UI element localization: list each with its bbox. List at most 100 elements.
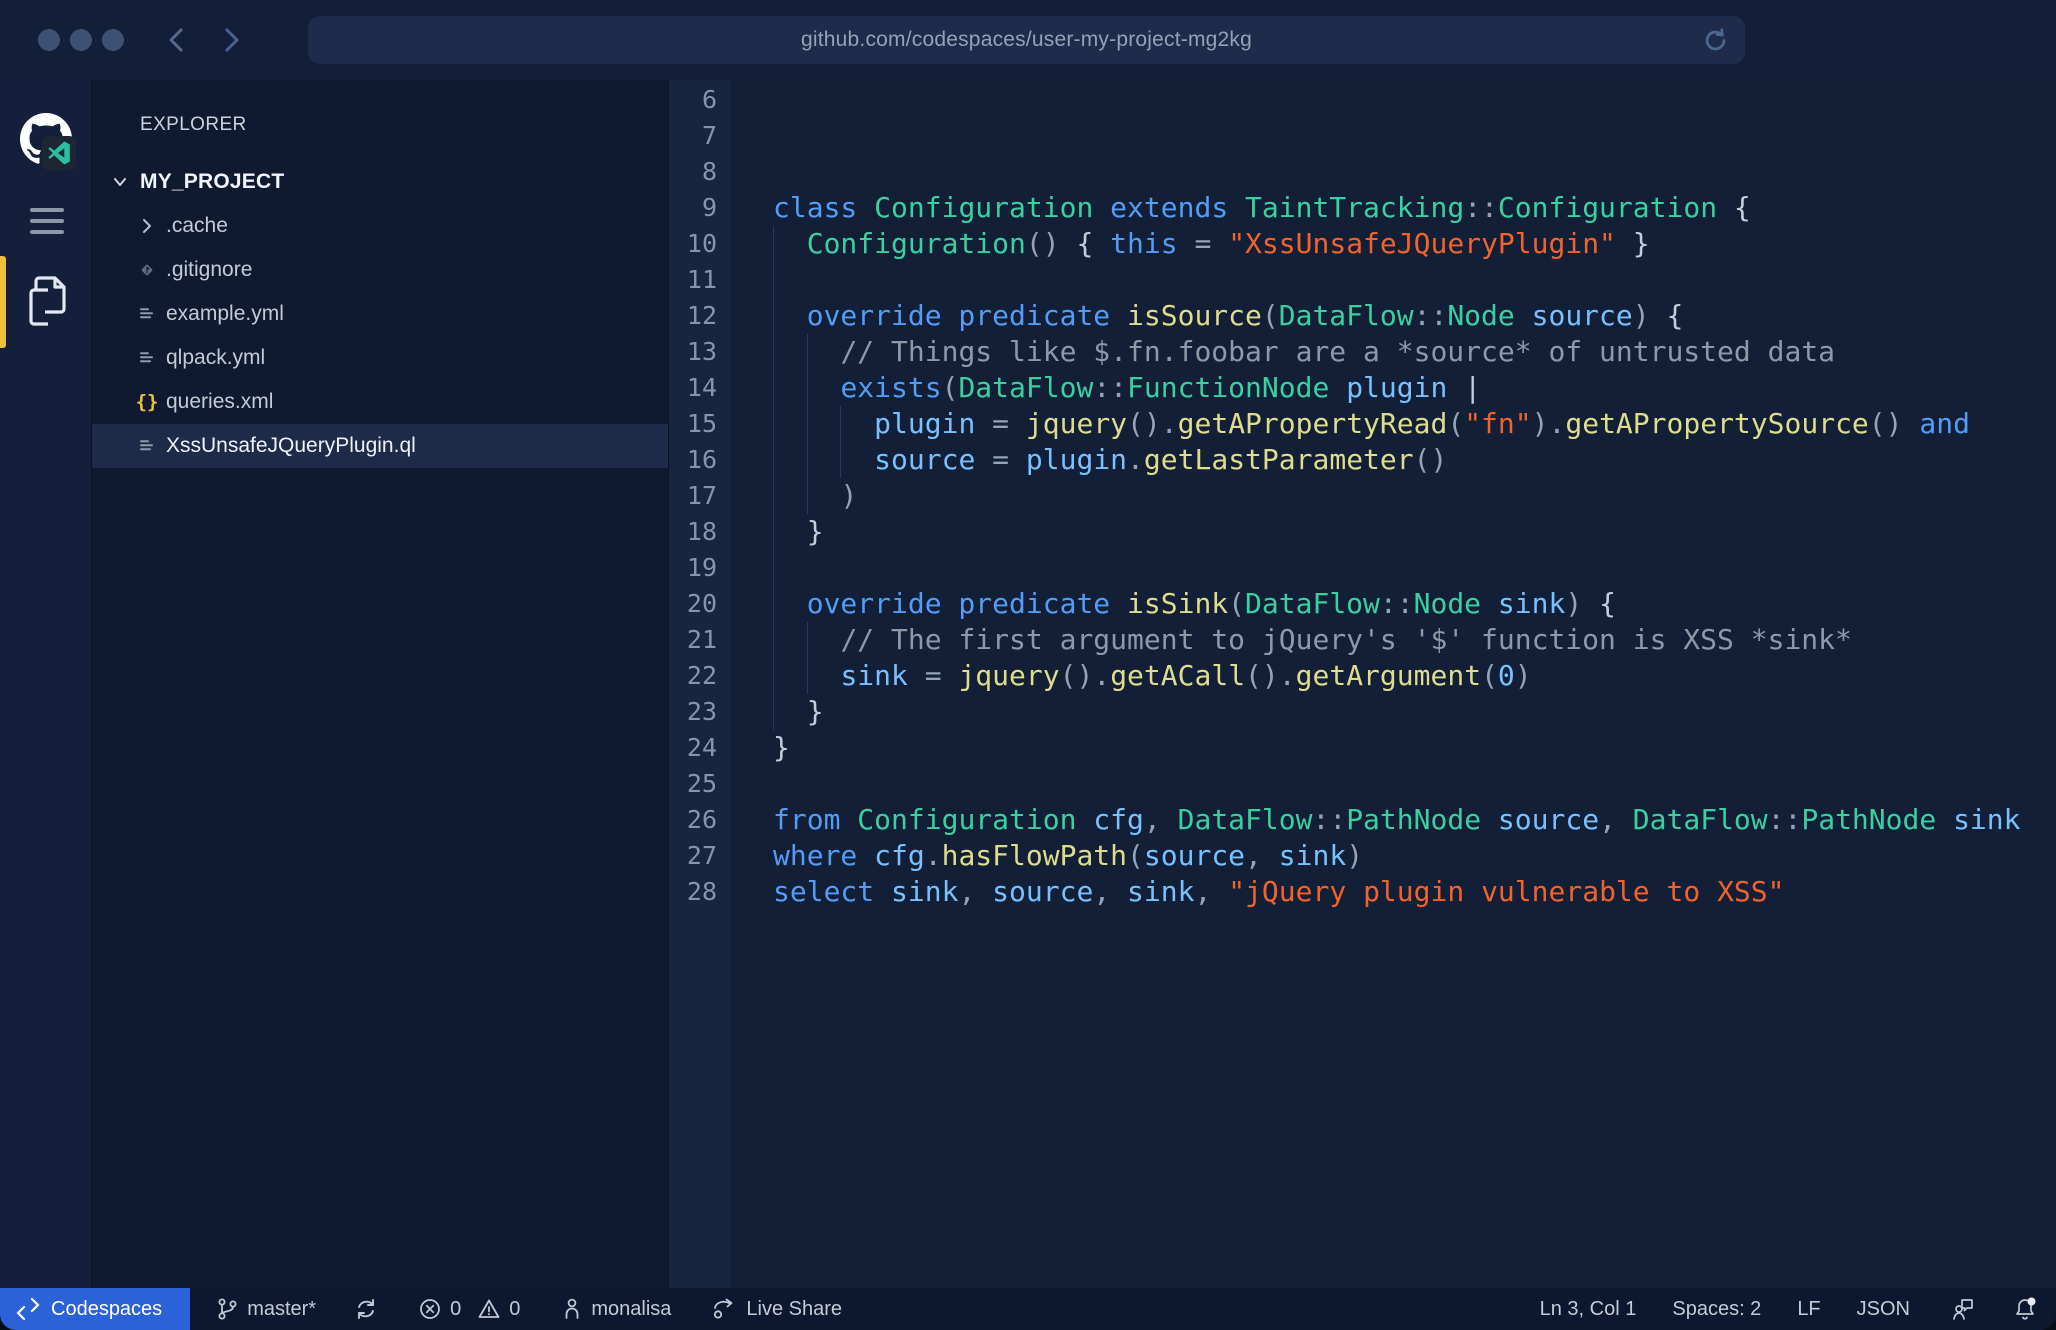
- code-line-20[interactable]: 20 override predicate isSink(DataFlow::N…: [669, 586, 2056, 622]
- language-status-item[interactable]: JSON: [1857, 1298, 1910, 1321]
- code-line-21[interactable]: 21 // The first argument to jQuery's '$'…: [669, 622, 2056, 658]
- code-content: // The first argument to jQuery's '$' fu…: [731, 622, 2056, 658]
- menu-button[interactable]: [30, 208, 64, 234]
- window-controls[interactable]: [38, 29, 124, 51]
- code-content: [731, 766, 2056, 802]
- code-line-22[interactable]: 22 sink = jquery().getACall().getArgumen…: [669, 658, 2056, 694]
- line-number: 26: [669, 802, 731, 838]
- notification-dot: [2028, 1298, 2036, 1306]
- line-col-status-item[interactable]: Ln 3, Col 1: [1540, 1298, 1637, 1321]
- code-line-17[interactable]: 17 ): [669, 478, 2056, 514]
- line-number: 11: [669, 262, 731, 298]
- activity-bar: [0, 80, 92, 1288]
- tree-item-example-yml[interactable]: example.yml: [92, 292, 668, 336]
- live-share-status-item[interactable]: Live Share: [711, 1297, 842, 1321]
- window-control-dot[interactable]: [38, 29, 60, 51]
- braces-file-icon: {}: [136, 391, 158, 413]
- code-line-7[interactable]: 7: [669, 118, 2056, 154]
- chevron-right-icon: [138, 217, 156, 235]
- indent-guide: [807, 658, 808, 694]
- window-control-dot[interactable]: [70, 29, 92, 51]
- code-line-13[interactable]: 13 // Things like $.fn.foobar are a *sou…: [669, 334, 2056, 370]
- code-content: [731, 262, 2056, 298]
- indent-guide: [773, 586, 774, 622]
- chevron-left-icon: [164, 25, 190, 55]
- branch-status-item[interactable]: master*: [216, 1297, 316, 1321]
- code-line-28[interactable]: 28select sink, source, sink, "jQuery plu…: [669, 874, 2056, 910]
- tree-item-qlpack-yml[interactable]: qlpack.yml: [92, 336, 668, 380]
- code-line-27[interactable]: 27where cfg.hasFlowPath(source, sink): [669, 838, 2056, 874]
- feedback-button[interactable]: [1950, 1296, 1976, 1322]
- code-line-16[interactable]: 16 source = plugin.getLastParameter(): [669, 442, 2056, 478]
- notifications-button[interactable]: [2012, 1296, 2038, 1322]
- line-number: 17: [669, 478, 731, 514]
- line-number: 19: [669, 550, 731, 586]
- code-line-6[interactable]: 6: [669, 82, 2056, 118]
- code-line-26[interactable]: 26from Configuration cfg, DataFlow::Path…: [669, 802, 2056, 838]
- line-number: 6: [669, 82, 731, 118]
- code-line-11[interactable]: 11: [669, 262, 2056, 298]
- indent-guide: [773, 514, 774, 550]
- line-number: 8: [669, 154, 731, 190]
- indent-guide: [773, 370, 774, 406]
- code-line-25[interactable]: 25: [669, 766, 2056, 802]
- indentation-status-item[interactable]: Spaces: 2: [1672, 1298, 1761, 1321]
- main-area: EXPLORER MY_PROJECT .cache.gitignoreexam…: [0, 80, 2056, 1288]
- code-line-23[interactable]: 23 }: [669, 694, 2056, 730]
- line-number: 22: [669, 658, 731, 694]
- code-line-18[interactable]: 18 }: [669, 514, 2056, 550]
- sync-status-item[interactable]: [354, 1297, 378, 1321]
- user-label: monalisa: [591, 1298, 671, 1321]
- files-icon: [24, 274, 70, 328]
- tree-item-xssunsafejqueryplugin-ql[interactable]: XssUnsafeJQueryPlugin.ql: [92, 424, 668, 468]
- indent-guide: [773, 298, 774, 334]
- chevron-right-icon: [218, 25, 244, 55]
- git-icon: [136, 259, 158, 281]
- explorer-activity-button[interactable]: [24, 274, 70, 328]
- window-control-dot[interactable]: [102, 29, 124, 51]
- indentation-label: Spaces: 2: [1672, 1298, 1761, 1321]
- code-content: override predicate isSink(DataFlow::Node…: [731, 586, 2056, 622]
- user-status-item[interactable]: monalisa: [562, 1297, 671, 1321]
- problems-status-item[interactable]: 0 0: [418, 1297, 520, 1321]
- code-line-12[interactable]: 12 override predicate isSource(DataFlow:…: [669, 298, 2056, 334]
- url-bar[interactable]: github.com/codespaces/user-my-project-mg…: [308, 16, 1745, 64]
- indent-guide: [773, 406, 774, 442]
- chevron-down-icon: [110, 172, 130, 192]
- code-content: [731, 154, 2056, 190]
- warnings-count: 0: [509, 1298, 520, 1321]
- browser-forward-button[interactable]: [218, 25, 244, 55]
- list-file-icon: [138, 305, 156, 323]
- indent-guide: [807, 622, 808, 658]
- indent-guide: [773, 334, 774, 370]
- git-file-icon: [138, 261, 156, 279]
- line-number: 15: [669, 406, 731, 442]
- tree-item--gitignore[interactable]: .gitignore: [92, 248, 668, 292]
- list-icon: [136, 435, 158, 457]
- browser-back-button[interactable]: [164, 25, 190, 55]
- code-line-24[interactable]: 24}: [669, 730, 2056, 766]
- code-editor[interactable]: 6789class Configuration extends TaintTra…: [668, 80, 2056, 1288]
- eol-status-item[interactable]: LF: [1797, 1298, 1820, 1321]
- code-line-9[interactable]: 9class Configuration extends TaintTracki…: [669, 190, 2056, 226]
- code-line-8[interactable]: 8: [669, 154, 2056, 190]
- line-number: 25: [669, 766, 731, 802]
- code-content: override predicate isSource(DataFlow::No…: [731, 298, 2056, 334]
- codespaces-remote-button[interactable]: Codespaces: [0, 1288, 190, 1330]
- hamburger-line: [30, 219, 64, 223]
- code-line-19[interactable]: 19: [669, 550, 2056, 586]
- feedback-icon: [1950, 1296, 1976, 1322]
- hamburger-line: [30, 230, 64, 234]
- project-root-row[interactable]: MY_PROJECT: [92, 160, 668, 204]
- code-line-15[interactable]: 15 plugin = jquery().getAPropertyRead("f…: [669, 406, 2056, 442]
- code-line-14[interactable]: 14 exists(DataFlow::FunctionNode plugin …: [669, 370, 2056, 406]
- tree-item-queries-xml[interactable]: {}queries.xml: [92, 380, 668, 424]
- file-label: XssUnsafeJQueryPlugin.ql: [166, 434, 416, 458]
- code-content: sink = jquery().getACall().getArgument(0…: [731, 658, 2056, 694]
- reload-button[interactable]: [1702, 27, 1729, 54]
- indent-guide: [807, 370, 808, 406]
- indent-guide: [840, 442, 841, 478]
- tree-item--cache[interactable]: .cache: [92, 204, 668, 248]
- code-line-10[interactable]: 10 Configuration() { this = "XssUnsafeJQ…: [669, 226, 2056, 262]
- bell-icon: [2012, 1296, 2038, 1322]
